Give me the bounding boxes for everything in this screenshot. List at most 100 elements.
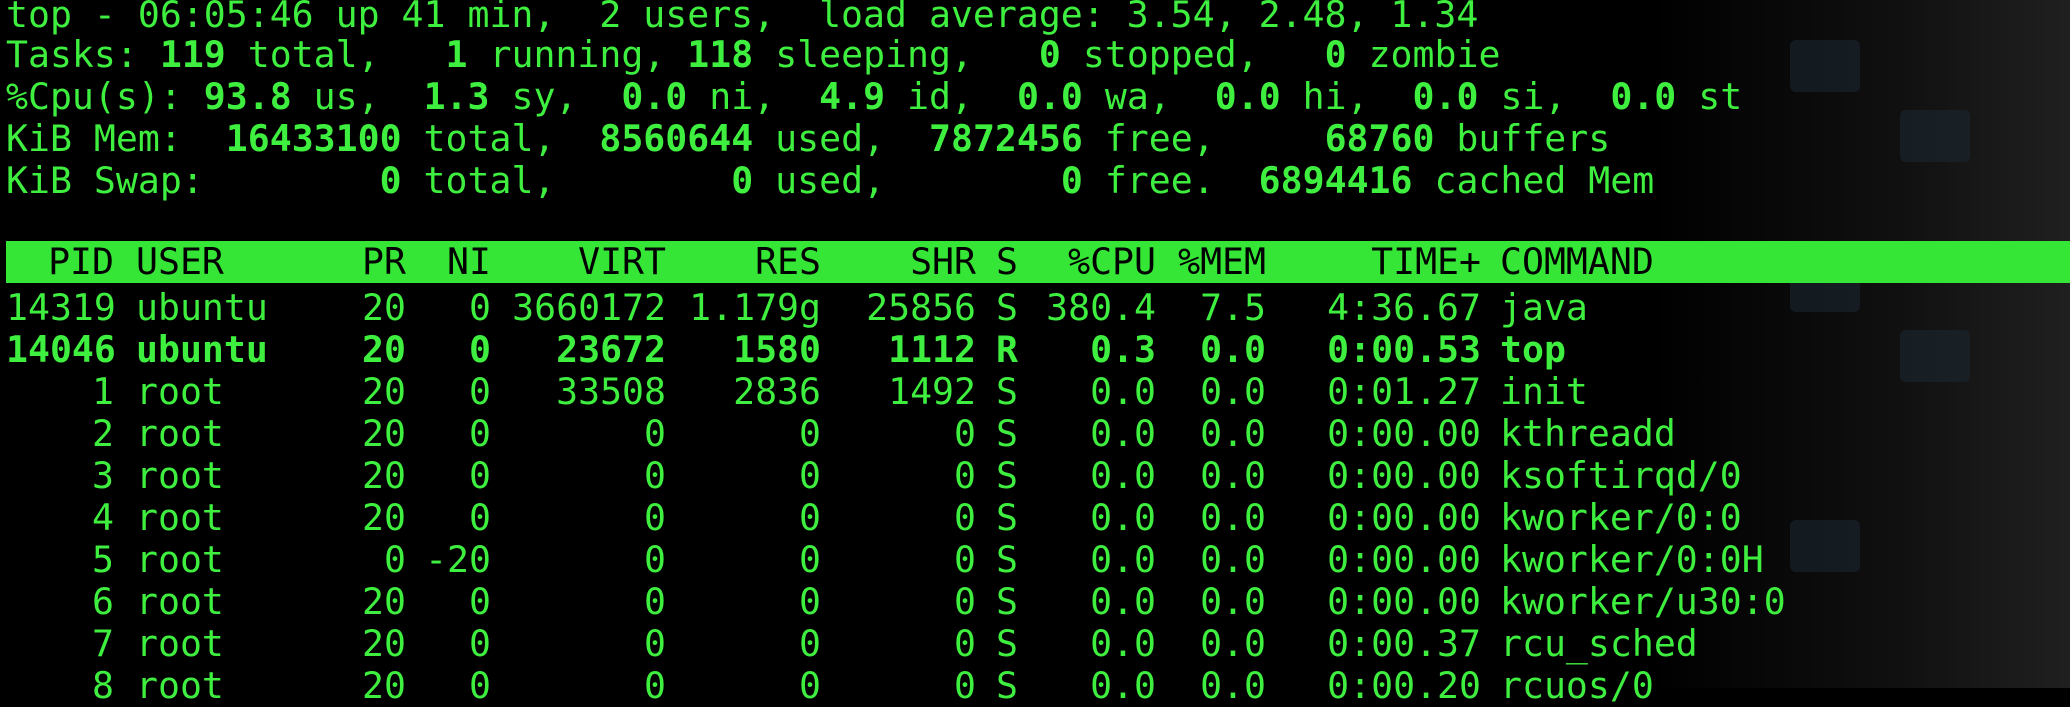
table-row[interactable]: 2 root 20 0 0 0 0 S 0.0 0.0 0:00.00 kthreadd [6,413,2066,455]
cell-res: 2836 [733,370,821,413]
cell-shr: 0 [954,664,976,707]
cell-mem: 0.0 [1200,496,1266,539]
col-virt[interactable]: VIRT [496,241,666,283]
cell-pid: 4 [92,496,114,539]
col-command[interactable]: COMMAND [1500,241,1654,283]
cell-s: R [996,328,1018,371]
cell-pid: 2 [92,412,114,455]
cell-s: S [996,664,1018,707]
col-pr[interactable]: PR [346,241,406,283]
cell-shr: 0 [954,538,976,581]
cell-cpu: 0.3 [1090,328,1156,371]
cell-time: 4:36.67 [1327,286,1481,329]
cell-pid: 8 [92,664,114,707]
col-ni[interactable]: NI [411,241,491,283]
cell-virt: 0 [644,454,666,497]
cell-cpu: 0.0 [1090,454,1156,497]
cell-time: 0:00.00 [1327,496,1481,539]
cell-mem: 0.0 [1200,538,1266,581]
cell-ni: 0 [469,286,491,329]
process-table-header[interactable]: PID USER PR NI VIRT RES SHR S %CPU %MEM … [6,241,2070,283]
tasks-line: Tasks: 119 total, 1 running, 118 sleepin… [6,33,1501,76]
uptime-line: top - 06:05:46 up 41 min, 2 users, load … [6,0,1479,36]
cell-virt: 0 [644,622,666,665]
cell-cmd: kthreadd [1500,412,1676,455]
cell-s: S [996,412,1018,455]
cell-ni: 0 [469,664,491,707]
cell-pr: 20 [362,496,406,539]
table-row[interactable]: 3 root 20 0 0 0 0 S 0.0 0.0 0:00.00 ksoftirqd/0 [6,455,2066,497]
cell-cmd: top [1500,328,1566,371]
cell-pid: 14319 [6,286,116,329]
cell-cmd: rcu_sched [1500,622,1698,665]
cell-mem: 0.0 [1200,328,1266,371]
cell-cpu: 0.0 [1090,538,1156,581]
cell-user: ubuntu [136,286,268,329]
cell-ni: 0 [469,622,491,665]
col-mem[interactable]: %MEM [1156,241,1266,283]
cell-s: S [996,622,1018,665]
cell-time: 0:00.20 [1327,664,1481,707]
cell-mem: 0.0 [1200,580,1266,623]
cell-res: 1580 [733,328,821,371]
cell-res: 0 [799,496,821,539]
cell-cpu: 0.0 [1090,496,1156,539]
col-pid[interactable]: PID [6,241,114,283]
table-row[interactable]: 14319 ubuntu 20 0 3660172 1.179g 25856 S 380.4 7.… [6,287,2066,329]
cell-mem: 0.0 [1200,370,1266,413]
cell-cpu: 0.0 [1090,412,1156,455]
table-row[interactable]: 6 root 20 0 0 0 0 S 0.0 0.0 0:00.00 kworker/u30:0 [6,581,2066,623]
cell-cmd: rcuos/0 [1500,664,1654,707]
cell-virt: 0 [644,496,666,539]
table-row[interactable]: 14046 ubuntu 20 0 23672 1580 1112 R 0.3 0.0 0:00.5… [6,329,2066,371]
swap-line: KiB Swap: 0 total, 0 used, 0 free. 68944… [6,159,1655,202]
cell-mem: 0.0 [1200,664,1266,707]
cell-user: root [136,412,224,455]
cell-pid: 7 [92,622,114,665]
table-row[interactable]: 8 root 20 0 0 0 0 S 0.0 0.0 0:00.20 rcuos/0 [6,665,2066,707]
cell-shr: 0 [954,580,976,623]
col-cpu[interactable]: %CPU [1036,241,1156,283]
cell-s: S [996,370,1018,413]
col-shr[interactable]: SHR [826,241,976,283]
col-s[interactable]: S [996,241,1018,283]
cell-cpu: 380.4 [1046,286,1156,329]
cell-pr: 20 [362,664,406,707]
col-user[interactable]: USER [136,241,224,283]
cell-time: 0:00.00 [1327,412,1481,455]
cell-shr: 1112 [888,328,976,371]
cell-virt: 0 [644,664,666,707]
table-row[interactable]: 7 root 20 0 0 0 0 S 0.0 0.0 0:00.37 rcu_sched [6,623,2066,665]
cell-pr: 20 [362,286,406,329]
cell-time: 0:00.00 [1327,580,1481,623]
cell-pid: 3 [92,454,114,497]
cell-pr: 0 [384,538,406,581]
cell-ni: 0 [469,328,491,371]
cell-virt: 3660172 [512,286,666,329]
cell-mem: 0.0 [1200,454,1266,497]
cell-res: 0 [799,538,821,581]
cell-shr: 1492 [888,370,976,413]
table-row[interactable]: 1 root 20 0 33508 2836 1492 S 0.0 0.0 0:01.27 init [6,371,2066,413]
cell-user: root [136,622,224,665]
cell-ni: -20 [425,538,491,581]
col-time[interactable]: TIME+ [1276,241,1481,283]
mem-line: KiB Mem: 16433100 total, 8560644 used, 7… [6,117,1611,160]
cell-user: root [136,538,224,581]
cell-user: ubuntu [136,328,268,371]
table-row[interactable]: 4 root 20 0 0 0 0 S 0.0 0.0 0:00.00 kworker/0:0 [6,497,2066,539]
cell-mem: 7.5 [1200,286,1266,329]
table-row[interactable]: 5 root 0 -20 0 0 0 S 0.0 0.0 0:00.00 kworker/0:0H [6,539,2066,581]
cell-time: 0:01.27 [1327,370,1481,413]
cell-pr: 20 [362,622,406,665]
cell-user: root [136,496,224,539]
cell-pr: 20 [362,412,406,455]
cell-virt: 33508 [556,370,666,413]
cell-pid: 14046 [6,328,116,371]
cell-user: root [136,580,224,623]
col-res[interactable]: RES [676,241,821,283]
cell-s: S [996,454,1018,497]
folder-icon [1900,110,1970,162]
cell-mem: 0.0 [1200,412,1266,455]
cell-ni: 0 [469,496,491,539]
